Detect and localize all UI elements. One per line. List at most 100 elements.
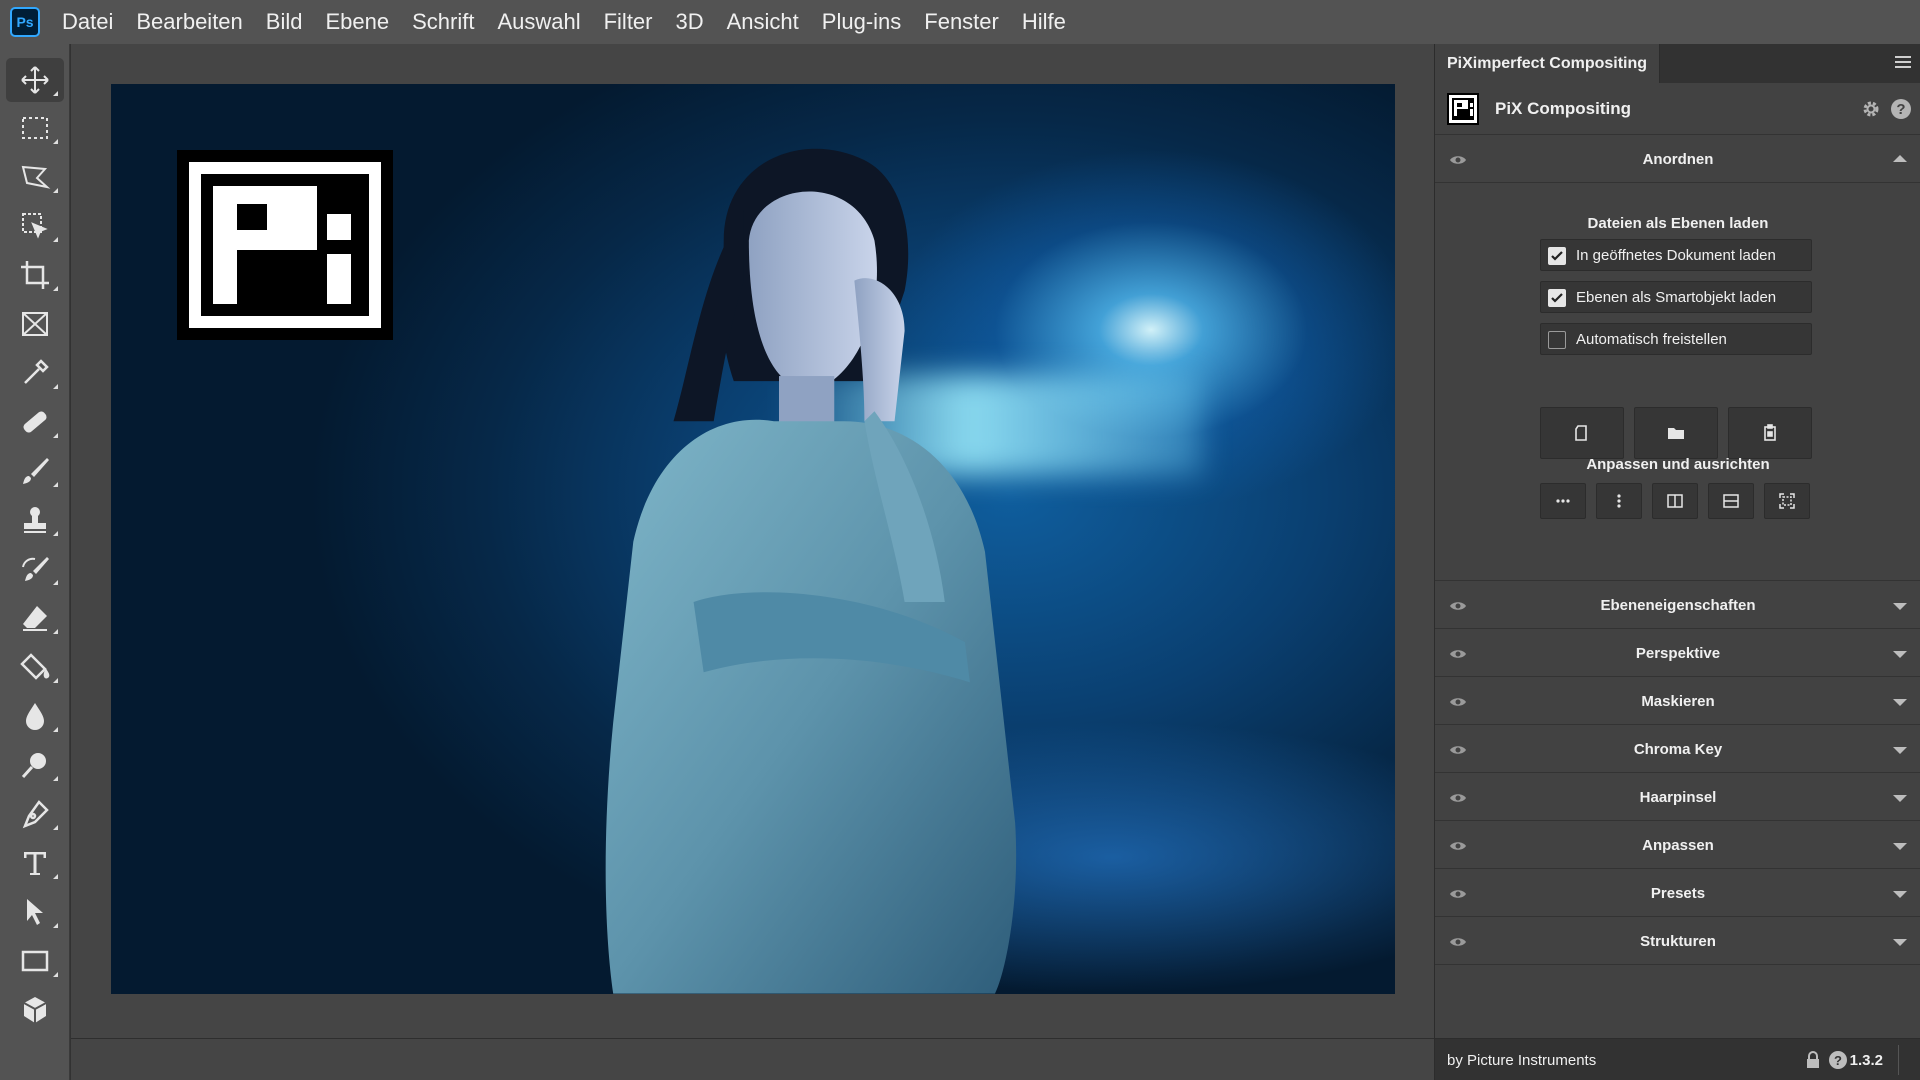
menu-bar: Ps Datei Bearbeiten Bild Ebene Schrift A… — [0, 0, 1920, 44]
pi-logo-mark — [189, 162, 381, 328]
more-options-button[interactable] — [1540, 483, 1586, 519]
eyedropper-tool[interactable] — [6, 351, 64, 395]
menu-3d[interactable]: 3D — [676, 9, 704, 35]
type-tool[interactable] — [6, 841, 64, 885]
dodge-tool[interactable] — [6, 743, 64, 787]
section-title: Perspektive — [1635, 645, 1721, 662]
status-bar — [71, 1038, 1434, 1080]
checkbox-open-document[interactable]: In geöffnetes Dokument laden — [1540, 239, 1812, 271]
marquee-tool[interactable] — [6, 106, 64, 150]
chevron-down-icon[interactable] — [1893, 651, 1907, 658]
gear-icon[interactable] — [1861, 99, 1881, 119]
blur-tool[interactable] — [6, 694, 64, 738]
brush-tool[interactable] — [6, 449, 64, 493]
move-icon — [21, 66, 49, 94]
menu-filter[interactable]: Filter — [604, 9, 653, 35]
3d-tool[interactable] — [6, 988, 64, 1032]
fit-height-button[interactable] — [1708, 483, 1754, 519]
canvas-area[interactable] — [71, 44, 1434, 1038]
menu-auswahl[interactable]: Auswahl — [497, 9, 580, 35]
checkbox-checked[interactable] — [1548, 289, 1566, 307]
checkbox-auto-crop[interactable]: Automatisch freistellen — [1540, 323, 1812, 355]
type-icon — [24, 852, 46, 875]
chevron-down-icon[interactable] — [1893, 795, 1907, 802]
menu-ebene[interactable]: Ebene — [325, 9, 389, 35]
chevron-down-icon[interactable] — [1893, 891, 1907, 898]
more-horizontal-icon — [1556, 499, 1570, 503]
document-image[interactable] — [111, 84, 1395, 994]
pen-icon — [22, 800, 49, 829]
paint-bucket-icon — [20, 653, 50, 680]
chevron-down-icon[interactable] — [1893, 939, 1907, 946]
menu-fenster[interactable]: Fenster — [924, 9, 999, 35]
clipboard-icon — [1764, 424, 1776, 441]
plugin-title: PiX Compositing — [1495, 99, 1631, 118]
menu-bearbeiten[interactable]: Bearbeiten — [136, 9, 242, 35]
rectangle-icon — [21, 950, 49, 972]
section-anpassen[interactable]: Anpassen — [1435, 822, 1920, 869]
drop-icon — [26, 703, 44, 730]
load-file-button[interactable] — [1540, 407, 1624, 459]
panel-tab[interactable]: PiXimperfect Compositing — [1435, 44, 1661, 83]
menu-plug-ins[interactable]: Plug-ins — [822, 9, 901, 35]
eraser-tool[interactable] — [6, 596, 64, 640]
checkbox-checked[interactable] — [1548, 247, 1566, 265]
panel-menu-icon[interactable] — [1895, 56, 1911, 70]
checkbox-label: In geöffnetes Dokument laden — [1576, 247, 1776, 264]
section-title: Strukturen — [1640, 933, 1716, 950]
photoshop-logo[interactable]: Ps — [10, 7, 40, 37]
section-title: Presets — [1650, 885, 1706, 902]
fit-width-button[interactable] — [1652, 483, 1698, 519]
chevron-down-icon[interactable] — [1893, 843, 1907, 850]
menu-bild[interactable]: Bild — [266, 9, 303, 35]
section-maskieren[interactable]: Maskieren — [1435, 678, 1920, 725]
more-vertical-button[interactable] — [1596, 483, 1642, 519]
section-title: Ebeneneigenschaften — [1600, 597, 1756, 614]
section-presets[interactable]: Presets — [1435, 870, 1920, 917]
section-title: Anordnen — [1642, 151, 1714, 168]
section-chroma-key[interactable]: Chroma Key — [1435, 726, 1920, 773]
version-label: 1.3.2 — [1849, 1052, 1883, 1069]
chevron-down-icon[interactable] — [1893, 699, 1907, 706]
section-strukturen[interactable]: Strukturen — [1435, 918, 1920, 965]
pen-tool[interactable] — [6, 792, 64, 836]
paint-bucket-tool[interactable] — [6, 645, 64, 689]
chevron-up-icon[interactable] — [1893, 155, 1907, 162]
frame-tool[interactable] — [6, 302, 64, 346]
checkbox-label: Automatisch freistellen — [1576, 331, 1727, 348]
help-icon[interactable]: ? — [1891, 99, 1911, 119]
chevron-down-icon[interactable] — [1893, 747, 1907, 754]
chevron-down-icon[interactable] — [1893, 603, 1907, 610]
menu-ansicht[interactable]: Ansicht — [727, 9, 799, 35]
load-clipboard-button[interactable] — [1728, 407, 1812, 459]
checkbox-unchecked[interactable] — [1548, 331, 1566, 349]
object-selection-icon — [22, 213, 48, 239]
section-perspektive[interactable]: Perspektive — [1435, 630, 1920, 677]
checkbox-smart-object[interactable]: Ebenen als Smartobjekt laden — [1540, 281, 1812, 313]
menu-schrift[interactable]: Schrift — [412, 9, 474, 35]
footer-help-icon[interactable]: ? — [1829, 1051, 1847, 1069]
lasso-tool[interactable] — [6, 155, 64, 199]
healing-tool[interactable] — [6, 400, 64, 444]
object-selection-tool[interactable] — [6, 204, 64, 248]
lock-icon[interactable] — [1805, 1051, 1821, 1069]
shape-tool[interactable] — [6, 939, 64, 983]
anordnen-body: Dateien als Ebenen laden In geöffnetes D… — [1435, 183, 1920, 581]
cube-icon — [23, 997, 47, 1023]
history-brush-tool[interactable] — [6, 547, 64, 591]
more-vertical-icon — [1617, 494, 1621, 508]
menu-datei[interactable]: Datei — [62, 9, 113, 35]
stamp-tool[interactable] — [6, 498, 64, 542]
crop-tool[interactable] — [6, 253, 64, 297]
footer-divider — [1898, 1045, 1899, 1075]
menu-hilfe[interactable]: Hilfe — [1022, 9, 1066, 35]
fit-canvas-button[interactable] — [1764, 483, 1810, 519]
load-files-heading: Dateien als Ebenen laden — [1587, 215, 1769, 232]
load-folder-button[interactable] — [1634, 407, 1718, 459]
section-anordnen[interactable]: Anordnen — [1435, 136, 1920, 183]
move-tool[interactable] — [6, 58, 64, 102]
path-selection-tool[interactable] — [6, 890, 64, 934]
section-haarpinsel[interactable]: Haarpinsel — [1435, 774, 1920, 821]
toolbar — [0, 44, 70, 1080]
section-ebeneneigenschaften[interactable]: Ebeneneigenschaften — [1435, 582, 1920, 629]
